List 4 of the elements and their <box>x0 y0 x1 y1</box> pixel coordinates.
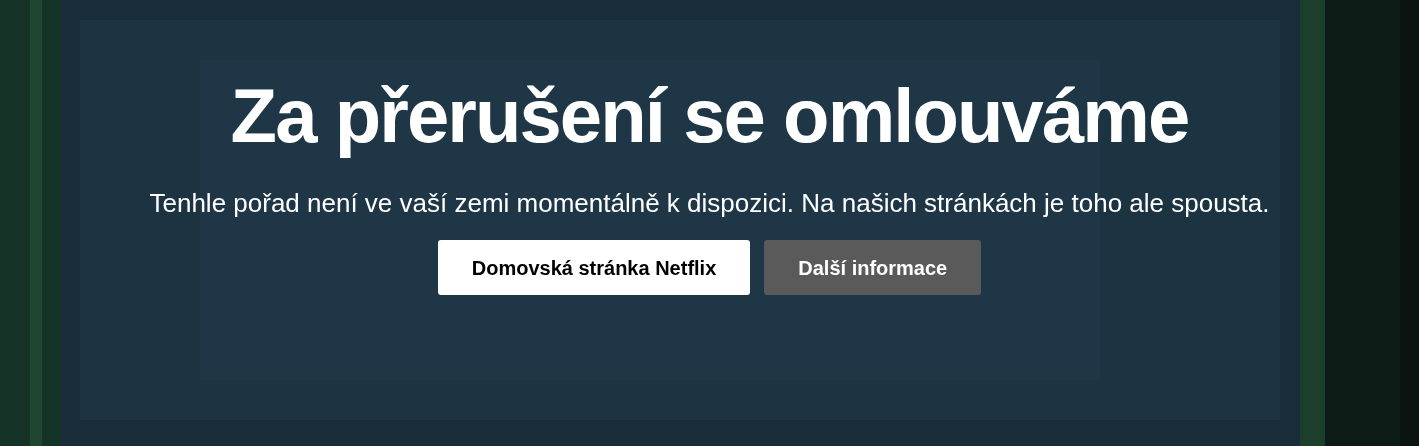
message: Tenhle pořad není ve vaší zemi momentálně k dispozici. Na našich stránkách je toho ale spousta. <box>148 187 1271 220</box>
home-page-button[interactable]: Domovská stránka Netflix <box>437 240 751 295</box>
page-title: Za přerušení se omlouváme <box>230 72 1189 160</box>
more-info-button[interactable]: Další informace <box>764 240 982 295</box>
